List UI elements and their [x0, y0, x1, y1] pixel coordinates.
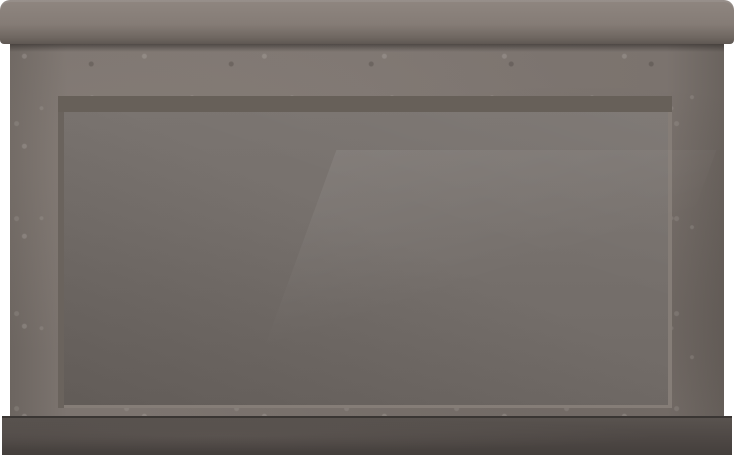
- panel-sheen: [263, 150, 717, 350]
- pedestal-base: [2, 416, 732, 455]
- stone-pedestal: [0, 0, 734, 455]
- pedestal-cap: [0, 0, 734, 44]
- cap-shadow: [10, 44, 724, 52]
